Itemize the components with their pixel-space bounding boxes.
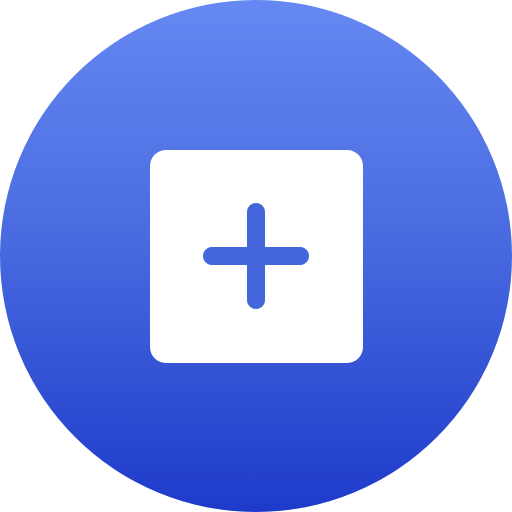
plus-icon bbox=[203, 203, 309, 309]
add-app-icon[interactable] bbox=[0, 0, 512, 512]
add-square-tile bbox=[149, 149, 363, 363]
